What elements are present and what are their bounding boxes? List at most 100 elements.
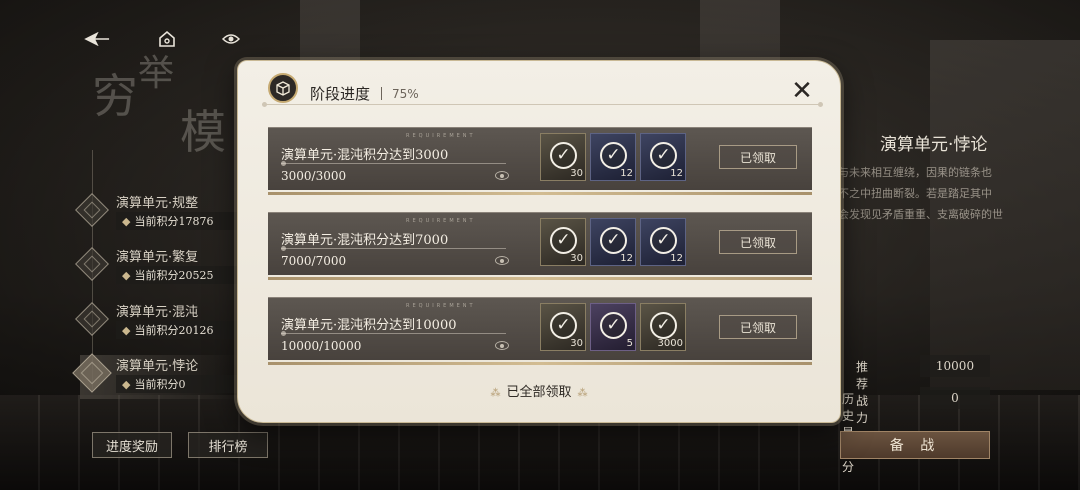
- claimed-button[interactable]: 已领取: [719, 230, 797, 254]
- requirement-label: REQUIREMENT: [406, 133, 476, 139]
- unit-detail-title: 演算单元·悖论: [880, 135, 988, 155]
- unit-score: ◆ 当前积分17876: [116, 212, 246, 230]
- mode-title-char: 模: [180, 105, 230, 159]
- task-progress-bar: [281, 163, 506, 164]
- check-icon: ✓: [550, 142, 577, 169]
- stage-progress-modal: 阶段进度 75% ✕ REQUIREMENT 演算单元·混沌积分达到3000 3…: [237, 60, 841, 423]
- progress-reward-button[interactable]: 进度奖励: [92, 432, 172, 458]
- all-claimed-status: ⁂ 已全部领取 ⁂: [238, 381, 840, 400]
- unit-name: 演算单元·规整: [116, 196, 199, 211]
- task-progress-bar: [281, 248, 506, 249]
- reward-item[interactable]: ✓ 30: [540, 303, 586, 351]
- close-icon[interactable]: ✕: [790, 78, 814, 104]
- unit-score: ◆ 当前积分0: [116, 375, 246, 393]
- claimed-button[interactable]: 已领取: [719, 145, 797, 169]
- claimed-button[interactable]: 已领取: [719, 315, 797, 339]
- reward-item[interactable]: ✓ 30: [540, 218, 586, 266]
- progress-box-icon: [268, 73, 298, 103]
- ornament-icon: ⁂: [577, 388, 588, 399]
- reward-quantity: 12: [670, 168, 683, 179]
- reward-quantity: 30: [570, 338, 583, 349]
- task-progress-text: 3000/3000: [281, 169, 347, 183]
- unit-score-label: 当前积分0: [134, 378, 186, 391]
- task-progress-text: 10000/10000: [281, 339, 362, 353]
- recommended-power-label: 推荐战力: [856, 360, 869, 425]
- reward-quantity: 30: [570, 168, 583, 179]
- mode-title-char: 穷: [92, 69, 142, 123]
- recommended-power-value: 10000: [920, 355, 990, 377]
- task-row: REQUIREMENT 演算单元·混沌积分达到3000 3000/3000 ✓ …: [268, 127, 812, 195]
- task-row: REQUIREMENT 演算单元·混沌积分达到10000 10000/10000…: [268, 297, 812, 365]
- task-title: 演算单元·混沌积分达到7000: [281, 233, 449, 248]
- check-icon: ✓: [600, 227, 627, 254]
- progress-percent: 75%: [392, 87, 419, 101]
- unit-diamond-icon: [75, 193, 109, 227]
- unit-diamond-icon: [75, 247, 109, 281]
- view-icon[interactable]: [495, 341, 509, 350]
- reward-item[interactable]: ✓ 12: [590, 218, 636, 266]
- view-icon[interactable]: [495, 171, 509, 180]
- unit-name: 演算单元·繁复: [116, 250, 199, 265]
- reward-item[interactable]: ✓ 12: [640, 218, 686, 266]
- unit-description: 与未来相互缠绕，因果的链条也 不之中扭曲断裂。若是踏足其中 会发现见矛盾重重、支…: [838, 162, 1008, 225]
- unit-diamond-icon: [75, 302, 109, 336]
- unit-name: 演算单元·混沌: [116, 305, 199, 320]
- reward-item[interactable]: ✓ 30: [540, 133, 586, 181]
- requirement-label: REQUIREMENT: [406, 303, 476, 309]
- task-progress-bar: [281, 333, 506, 334]
- header-rule-dot: [818, 102, 823, 107]
- task-progress-bar-dot: [281, 161, 286, 166]
- unit-score-label: 当前积分20126: [134, 324, 214, 337]
- reward-item[interactable]: ✓ 12: [640, 133, 686, 181]
- reward-item[interactable]: ✓ 12: [590, 133, 636, 181]
- reward-item[interactable]: ✓ 5: [590, 303, 636, 351]
- reward-quantity: 12: [620, 253, 633, 264]
- all-claimed-label: 已全部领取: [506, 385, 572, 400]
- reward-quantity: 3000: [657, 338, 683, 349]
- check-icon: ✓: [550, 227, 577, 254]
- description-line: 与未来相互缠绕，因果的链条也: [838, 166, 992, 179]
- reward-quantity: 30: [570, 253, 583, 264]
- check-icon: ✓: [550, 312, 577, 339]
- best-score-value: 0: [920, 387, 990, 409]
- unit-score-label: 当前积分20525: [134, 269, 214, 282]
- description-line: 不之中扭曲断裂。若是踏足其中: [838, 187, 992, 200]
- ornament-icon: ⁂: [490, 388, 501, 399]
- prepare-battle-button[interactable]: 备 战: [840, 431, 990, 459]
- unit-score-label: 当前积分17876: [134, 215, 214, 228]
- requirement-label: REQUIREMENT: [406, 218, 476, 224]
- unit-item-beilun[interactable]: 演算单元·悖论 ◆ 当前积分0: [72, 353, 246, 399]
- unit-score: ◆ 当前积分20126: [116, 321, 246, 339]
- title-separator: [381, 87, 382, 100]
- check-icon: ✓: [600, 312, 627, 339]
- check-icon: ✓: [600, 142, 627, 169]
- description-line: 会发现见矛盾重重、支离破碎的世: [838, 208, 1003, 221]
- ranking-button[interactable]: 排行榜: [188, 432, 268, 458]
- unit-score: ◆ 当前积分20525: [116, 266, 246, 284]
- help-icon[interactable]: [218, 26, 244, 52]
- check-icon: ✓: [650, 227, 677, 254]
- unit-item-fanfu[interactable]: 演算单元·繁复 ◆ 当前积分20525: [75, 246, 246, 290]
- check-icon: ✓: [650, 312, 677, 339]
- unit-name: 演算单元·悖论: [116, 359, 199, 374]
- back-arrow-icon[interactable]: [84, 26, 110, 52]
- unit-item-hundun[interactable]: 演算单元·混沌 ◆ 当前积分20126: [75, 301, 246, 345]
- task-progress-text: 7000/7000: [281, 254, 347, 268]
- reward-quantity: 12: [670, 253, 683, 264]
- unit-item-guizheng[interactable]: 演算单元·规整 ◆ 当前积分17876: [75, 192, 246, 236]
- modal-title: 阶段进度: [310, 85, 371, 103]
- reward-quantity: 5: [626, 338, 633, 349]
- view-icon[interactable]: [495, 256, 509, 265]
- task-title: 演算单元·混沌积分达到10000: [281, 318, 457, 333]
- task-progress-bar-dot: [281, 246, 286, 251]
- mode-title-char: 举: [138, 53, 179, 94]
- header-rule: [262, 104, 822, 105]
- task-row: REQUIREMENT 演算单元·混沌积分达到7000 7000/7000 ✓ …: [268, 212, 812, 280]
- reward-quantity: 12: [620, 168, 633, 179]
- check-icon: ✓: [650, 142, 677, 169]
- mode-title: 穷 举 模: [92, 53, 226, 159]
- task-progress-bar-dot: [281, 331, 286, 336]
- header-rule-dot: [262, 102, 267, 107]
- reward-item[interactable]: ✓ 3000: [640, 303, 686, 351]
- task-title: 演算单元·混沌积分达到3000: [281, 148, 449, 163]
